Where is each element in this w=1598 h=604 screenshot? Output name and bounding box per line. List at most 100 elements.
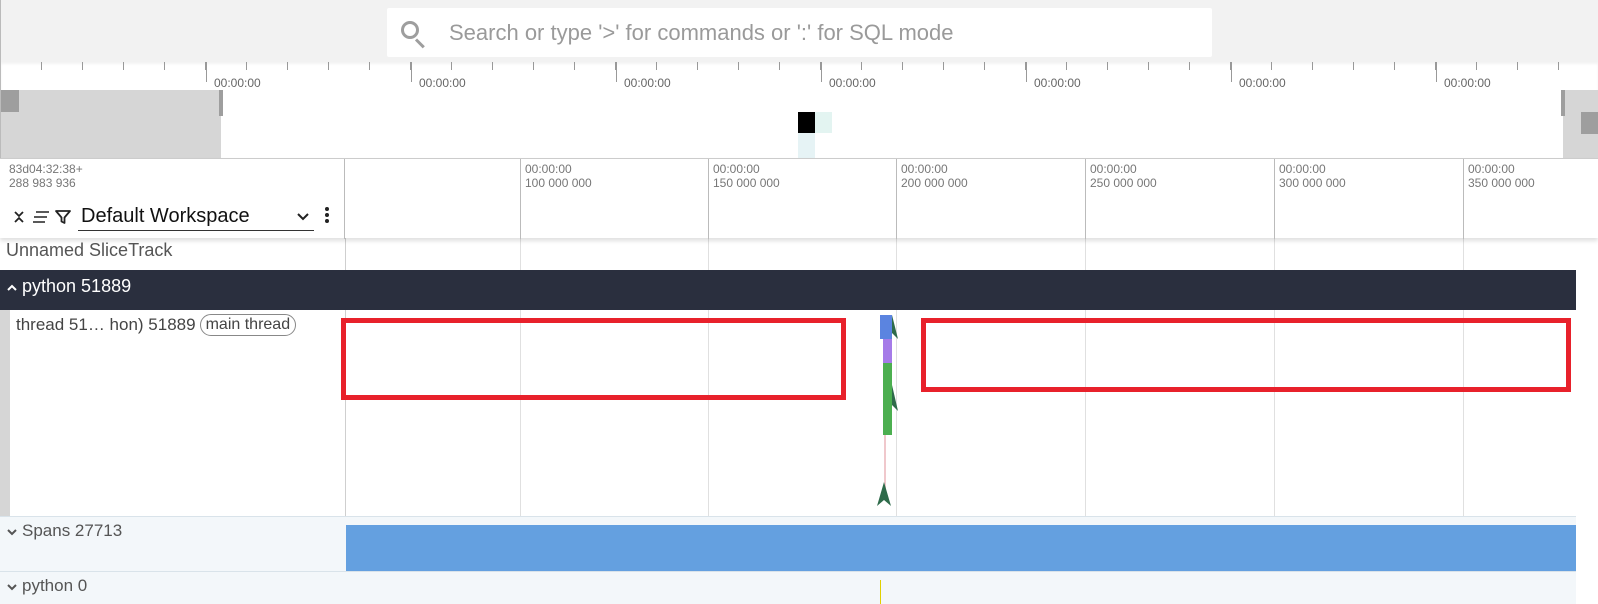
overview-activity-mark-light xyxy=(815,112,832,133)
overview-tick-label: 00:00:00 xyxy=(1034,76,1081,90)
track-group-label: python 0 xyxy=(22,576,88,595)
ruler-tick xyxy=(896,159,897,239)
overview-handle-right-edge[interactable] xyxy=(1561,90,1565,116)
track-unnamed-slicetrack[interactable]: Unnamed SliceTrack xyxy=(0,238,1598,270)
top-bar xyxy=(0,0,1598,62)
ruler-tick-label: 00:00:00 300 000 000 xyxy=(1279,162,1346,190)
overview-unselected-left xyxy=(1,90,221,158)
overview-minor-tick xyxy=(902,62,903,70)
overview-activity-mark-light-lower xyxy=(798,133,815,158)
overview-tick-label: 00:00:00 xyxy=(419,76,466,90)
ruler-tick-label: 00:00:00 100 000 000 xyxy=(525,162,592,190)
track-group-title: Spans 27713 xyxy=(6,521,122,541)
ruler-tick xyxy=(520,159,521,239)
overview-minor-tick xyxy=(779,62,780,70)
overview-tick-label: 00:00:00 xyxy=(624,76,671,90)
overview-tick-label: 00:00:00 xyxy=(214,76,261,90)
overview-minor-tick xyxy=(123,62,124,70)
overview-timeline[interactable]: 00:00:00 00:00:00 00:00:00 00:00:00 00:00:00… xyxy=(0,62,1598,158)
scrollbar-track[interactable] xyxy=(1576,238,1598,604)
overview-tick-label: 00:00:00 xyxy=(829,76,876,90)
overview-minor-tick xyxy=(164,62,165,70)
overview-minor-tick xyxy=(1558,62,1559,70)
overview-activity-mark xyxy=(798,112,815,133)
track-controls: Default Workspace xyxy=(8,203,332,231)
track-group-label: python 51889 xyxy=(22,276,132,296)
ruler-tick xyxy=(708,159,709,239)
overview-major-tick xyxy=(821,62,822,82)
search-icon xyxy=(399,19,427,48)
ruler-tick xyxy=(1085,159,1086,239)
overview-tick-label: 00:00:00 xyxy=(1444,76,1491,90)
ruler-tick-label: 00:00:00 150 000 000 xyxy=(713,162,780,190)
overview-handle-left-edge[interactable] xyxy=(219,90,223,116)
overview-major-tick xyxy=(206,62,207,82)
ruler-tick-label: 00:00:00 250 000 000 xyxy=(1090,162,1157,190)
chevron-up-icon[interactable] xyxy=(6,280,18,295)
overview-minor-tick xyxy=(1271,62,1272,70)
overview-minor-tick xyxy=(287,62,288,70)
track-group-label: Spans 27713 xyxy=(22,521,123,540)
overview-minor-tick xyxy=(369,62,370,70)
collapse-all-icon[interactable] xyxy=(8,206,30,228)
flow-arrow-icon xyxy=(892,315,900,344)
overview-minor-tick xyxy=(697,62,698,70)
list-icon[interactable] xyxy=(30,206,52,228)
overview-minor-tick xyxy=(943,62,944,70)
time-ruler: 83d04:32:38+ 288 983 936 Default Workspa… xyxy=(0,158,1598,239)
highlight-box-right xyxy=(921,318,1571,392)
track-title: thread 51… hon) 51889 main thread xyxy=(16,314,297,336)
chevron-down-icon[interactable] xyxy=(6,524,18,539)
overview-minor-tick xyxy=(533,62,534,70)
more-vert-icon[interactable] xyxy=(322,206,332,229)
overview-minor-tick xyxy=(246,62,247,70)
overview-minor-tick xyxy=(1312,62,1313,70)
offset-line-1: 83d04:32:38+ xyxy=(9,162,83,176)
overview-minor-tick xyxy=(1353,62,1354,70)
chevron-down-icon xyxy=(296,209,310,225)
overview-minor-tick xyxy=(656,62,657,70)
main-thread-badge: main thread xyxy=(199,314,297,336)
track-group-title: python 51889 xyxy=(6,276,131,297)
ruler-tick xyxy=(1463,159,1464,239)
track-main-thread[interactable]: thread 51… hon) 51889 main thread xyxy=(0,310,1598,516)
overview-minor-tick xyxy=(574,62,575,70)
overview-major-tick xyxy=(616,62,617,82)
overview-minor-tick xyxy=(328,62,329,70)
spans-summary-bar[interactable] xyxy=(346,525,1576,573)
omnibox[interactable] xyxy=(387,8,1212,57)
overview-minor-tick xyxy=(738,62,739,70)
overview-minor-tick xyxy=(82,62,83,70)
search-input[interactable] xyxy=(449,19,1189,46)
overview-handle-right[interactable] xyxy=(1581,112,1598,134)
slice-green[interactable] xyxy=(883,363,892,435)
overview-minor-tick xyxy=(984,62,985,70)
track-title: Unnamed SliceTrack xyxy=(6,240,173,260)
overview-minor-tick xyxy=(1394,62,1395,70)
overview-major-tick xyxy=(411,62,412,82)
ruler-tick xyxy=(1274,159,1275,239)
chevron-down-icon[interactable] xyxy=(6,579,18,594)
overview-minor-tick xyxy=(1148,62,1149,70)
tracks-panel: Unnamed SliceTrack python 51889 thread 5… xyxy=(0,238,1598,604)
ruler-left-panel: 83d04:32:38+ 288 983 936 Default Workspa… xyxy=(0,159,345,239)
track-group-python-51889[interactable]: python 51889 xyxy=(0,270,1576,310)
slice-blue[interactable] xyxy=(880,315,892,339)
overview-minor-tick xyxy=(861,62,862,70)
overview-minor-tick xyxy=(1107,62,1108,70)
slice-marker-yellow[interactable] xyxy=(880,580,881,604)
overview-handle-left[interactable] xyxy=(1,90,19,112)
overview-minor-tick xyxy=(1476,62,1477,70)
highlight-box-left xyxy=(341,318,846,400)
slice-purple[interactable] xyxy=(883,339,892,363)
overview-major-tick xyxy=(1231,62,1232,82)
track-group-spans[interactable]: Spans 27713 xyxy=(0,516,1598,573)
overview-minor-tick xyxy=(41,62,42,70)
track-group-python-0[interactable]: python 0 xyxy=(0,571,1598,604)
workspace-select[interactable]: Default Workspace xyxy=(78,203,314,231)
overview-major-tick xyxy=(1026,62,1027,82)
ruler-tick-label: 00:00:00 200 000 000 xyxy=(901,162,968,190)
overview-minor-tick xyxy=(451,62,452,70)
time-offset-label: 83d04:32:38+ 288 983 936 xyxy=(9,162,83,190)
filter-icon[interactable] xyxy=(52,206,74,228)
